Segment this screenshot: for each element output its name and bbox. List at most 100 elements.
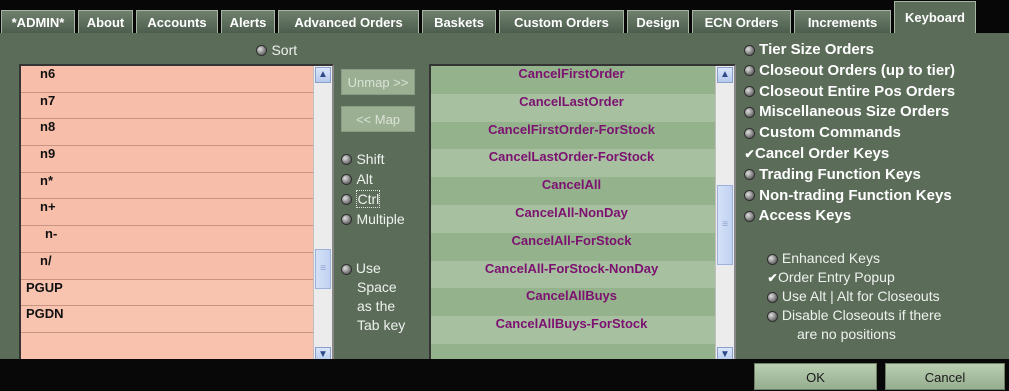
category-item-selected[interactable]: ✔Cancel Order Keys bbox=[744, 145, 955, 166]
settings-window: *ADMIN* About Accounts Alerts Advanced O… bbox=[0, 0, 1009, 391]
unmap-button[interactable]: Unmap >> bbox=[341, 69, 415, 95]
ok-button[interactable]: OK bbox=[754, 363, 877, 390]
scroll-thumb[interactable]: ≡ bbox=[717, 185, 733, 265]
radio-icon bbox=[341, 214, 352, 226]
list-item[interactable]: CancelAll-ForStock bbox=[431, 233, 734, 261]
list-item[interactable]: CancelLastOrder-ForStock bbox=[431, 149, 734, 178]
radio-icon bbox=[744, 65, 755, 77]
commands-rows: CancelFirstOrder CancelLastOrder CancelF… bbox=[431, 66, 734, 344]
category-item[interactable]: Tier Size Orders bbox=[744, 41, 955, 62]
list-item[interactable]: CancelFirstOrder-ForStock bbox=[431, 122, 734, 150]
tab-advanced-orders[interactable]: Advanced Orders bbox=[278, 10, 419, 33]
scroll-thumb[interactable]: ≡ bbox=[315, 249, 331, 289]
checkmark-icon: ✔ bbox=[767, 270, 778, 285]
radio-icon bbox=[767, 310, 778, 322]
commands-scrollbar[interactable]: ▲ ≡ ▼ bbox=[715, 66, 734, 364]
category-label: Closeout Entire Pos Orders bbox=[759, 82, 956, 100]
tab-baskets[interactable]: Baskets bbox=[422, 10, 496, 33]
shift-label: Shift bbox=[356, 151, 385, 167]
list-item[interactable]: CancelFirstOrder bbox=[431, 66, 734, 94]
list-item[interactable]: n8 bbox=[21, 119, 314, 147]
list-item[interactable]: n/ bbox=[21, 252, 314, 280]
radio-icon bbox=[744, 127, 755, 139]
category-item[interactable]: Closeout Entire Pos Orders bbox=[744, 83, 955, 104]
use-space-text: as the bbox=[357, 298, 396, 314]
order-entry-popup-option[interactable]: ✔Order Entry Popup bbox=[767, 268, 941, 287]
tab-accounts[interactable]: Accounts bbox=[136, 10, 218, 33]
tab-increments[interactable]: Increments bbox=[794, 10, 891, 33]
sort-radio[interactable]: Sort bbox=[256, 42, 297, 60]
multiple-radio[interactable]: Multiple bbox=[341, 209, 405, 229]
category-item[interactable]: Closeout Orders (up to tier) bbox=[744, 62, 955, 83]
category-item[interactable]: Miscellaneous Size Orders bbox=[744, 103, 955, 124]
tab-about[interactable]: About bbox=[78, 10, 133, 33]
tab-ecn-orders[interactable]: ECN Orders bbox=[692, 10, 791, 33]
alt-radio[interactable]: Alt bbox=[341, 169, 405, 189]
keys-rows: n6 n7 n8 n9 n* n+ n- n/ PGUP PGDN bbox=[21, 66, 314, 333]
radio-icon bbox=[744, 190, 755, 202]
list-item[interactable]: n9 bbox=[21, 146, 314, 173]
category-label: Custom Commands bbox=[759, 124, 901, 142]
disable-closeouts-option-line2: are no positions bbox=[767, 325, 941, 344]
keyboard-panel: Sort n6 n7 n8 n9 n* n+ n- n/ PGUP PGDN ▲… bbox=[0, 33, 1009, 366]
ctrl-label: Ctrl bbox=[356, 190, 381, 208]
keys-scrollbar[interactable]: ▲ ≡ ▼ bbox=[313, 66, 332, 364]
radio-icon bbox=[256, 45, 267, 57]
option-label: Enhanced Keys bbox=[781, 250, 880, 266]
cancel-button[interactable]: Cancel bbox=[885, 363, 1005, 390]
sort-label: Sort bbox=[271, 42, 298, 58]
radio-icon bbox=[744, 44, 755, 56]
radio-icon bbox=[341, 263, 352, 275]
list-item[interactable]: CancelAllBuys-ForStock bbox=[431, 316, 734, 344]
disable-closeouts-option[interactable]: Disable Closeouts if there bbox=[767, 306, 941, 325]
use-alt-closeouts-option[interactable]: Use Alt | Alt for Closeouts bbox=[767, 287, 941, 306]
tab-bar: *ADMIN* About Accounts Alerts Advanced O… bbox=[1, 1, 979, 33]
radio-icon bbox=[767, 253, 778, 265]
tab-alerts[interactable]: Alerts bbox=[221, 10, 275, 33]
map-button[interactable]: << Map bbox=[341, 106, 415, 132]
list-item[interactable]: n- bbox=[21, 226, 314, 253]
radio-icon bbox=[744, 169, 755, 181]
list-item[interactable]: n7 bbox=[21, 92, 314, 120]
category-item[interactable]: Non-trading Function Keys bbox=[744, 187, 955, 208]
scroll-up-icon[interactable]: ▲ bbox=[717, 67, 733, 83]
category-label: Closeout Orders (up to tier) bbox=[759, 61, 956, 79]
radio-icon bbox=[341, 174, 352, 186]
list-item[interactable]: CancelAll-ForStock-NonDay bbox=[431, 260, 734, 289]
use-space-text: Space bbox=[357, 279, 397, 295]
list-item[interactable]: PGUP bbox=[21, 279, 314, 307]
list-item[interactable]: CancelAll bbox=[431, 177, 734, 205]
tab-design[interactable]: Design bbox=[627, 10, 689, 33]
keys-list[interactable]: n6 n7 n8 n9 n* n+ n- n/ PGUP PGDN ▲ ≡ ▼ bbox=[19, 64, 334, 366]
ctrl-radio[interactable]: Ctrl bbox=[341, 189, 405, 209]
scroll-up-icon[interactable]: ▲ bbox=[315, 67, 331, 83]
category-label: Tier Size Orders bbox=[759, 41, 874, 58]
list-item[interactable]: CancelAll-NonDay bbox=[431, 204, 734, 233]
enhanced-keys-option[interactable]: Enhanced Keys bbox=[767, 249, 941, 268]
commands-list[interactable]: CancelFirstOrder CancelLastOrder CancelF… bbox=[429, 64, 736, 366]
multiple-label: Multiple bbox=[356, 211, 405, 227]
list-item[interactable]: n6 bbox=[21, 66, 314, 93]
checkmark-icon: ✔ bbox=[744, 147, 755, 162]
option-label: Order Entry Popup bbox=[778, 269, 895, 285]
radio-icon bbox=[744, 210, 755, 222]
shift-radio[interactable]: Shift bbox=[341, 149, 405, 169]
alt-label: Alt bbox=[356, 171, 373, 187]
tab-keyboard[interactable]: Keyboard bbox=[894, 1, 976, 33]
list-item[interactable]: n* bbox=[21, 172, 314, 200]
category-item[interactable]: Trading Function Keys bbox=[744, 166, 955, 187]
list-item[interactable]: PGDN bbox=[21, 306, 314, 333]
category-list: Tier Size Orders Closeout Orders (up to … bbox=[744, 41, 955, 228]
list-item[interactable]: n+ bbox=[21, 199, 314, 227]
tab-custom-orders[interactable]: Custom Orders bbox=[499, 10, 624, 33]
radio-icon bbox=[744, 106, 755, 118]
category-label: Trading Function Keys bbox=[759, 165, 921, 183]
list-item[interactable]: CancelAllBuys bbox=[431, 288, 734, 316]
category-item[interactable]: Access Keys bbox=[744, 207, 955, 228]
category-item[interactable]: Custom Commands bbox=[744, 124, 955, 145]
use-space-radio[interactable]: Use Space as the Tab key bbox=[341, 259, 421, 335]
category-label: Cancel Order Keys bbox=[755, 144, 890, 162]
tab-admin[interactable]: *ADMIN* bbox=[1, 10, 75, 33]
dialog-footer: OK Cancel bbox=[0, 359, 1009, 391]
list-item[interactable]: CancelLastOrder bbox=[431, 93, 734, 122]
